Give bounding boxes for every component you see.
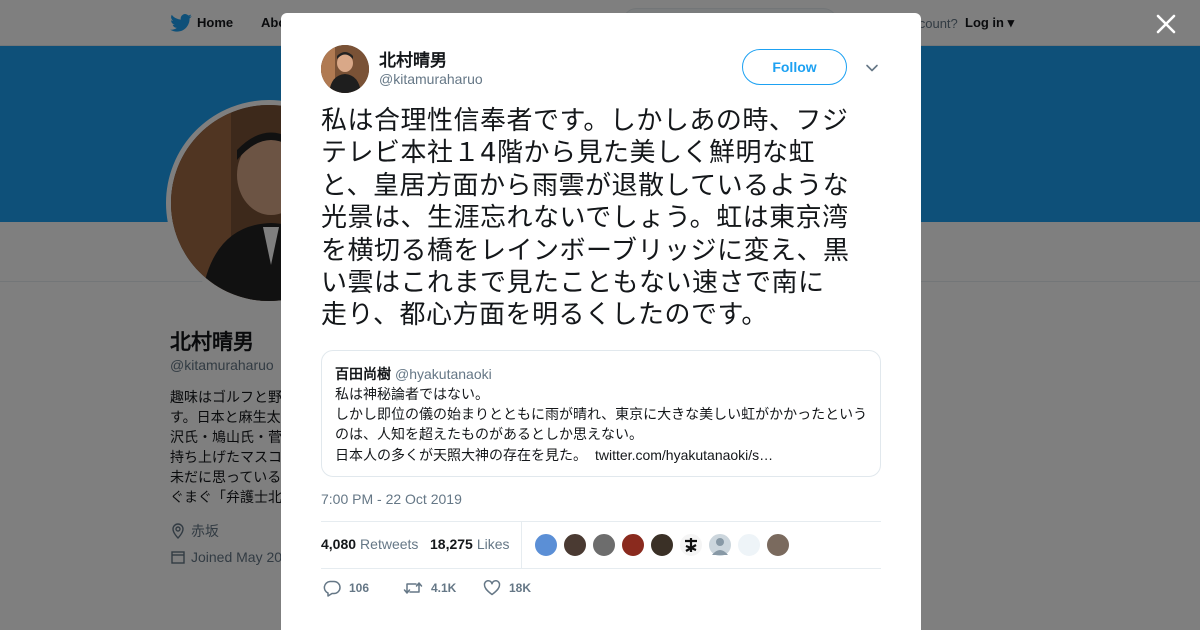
quoted-line: しかし即位の儀の始まりとともに雨が晴れ、東京に大きな美しい虹がかかったという <box>335 407 868 423</box>
liker-avatar[interactable] <box>650 533 674 557</box>
reply-icon <box>323 580 341 597</box>
tweet-text-line: 走り、都心方面を明るくしたのです。 <box>321 300 768 331</box>
tweet-modal: 北村晴男 @kitamuraharuo Follow 私は合理性信奉者です。しか… <box>281 13 921 630</box>
tweet-text-line: 光景は、生涯忘れないでしょう。虹は東京湾 <box>321 203 849 234</box>
quoted-tweet-header: 百田尚樹 @hyakutanaoki <box>335 364 492 384</box>
like-count: 18K <box>509 581 532 595</box>
quoted-author-handle: @hyakutanaoki <box>395 366 492 382</box>
stats-divider <box>521 522 522 569</box>
likes-label: Likes <box>476 536 510 552</box>
tweet-stats: 4,080 Retweets 18,275 Likes <box>321 521 881 569</box>
author-avatar[interactable] <box>321 45 369 93</box>
retweet-count: 4.1K <box>431 581 457 595</box>
quoted-line-text: 日本人の多くが天照大神の存在を見た。 <box>335 448 587 464</box>
author-photo <box>321 45 369 93</box>
quoted-author-name: 百田尚樹 <box>335 367 391 383</box>
liker-avatar[interactable] <box>737 533 761 557</box>
author-name[interactable]: 北村晴男 <box>379 46 447 71</box>
liker-emblem-icon <box>685 538 697 552</box>
close-icon[interactable] <box>1152 10 1180 38</box>
retweets-count: 4,080 <box>321 536 357 552</box>
retweet-action[interactable]: 4.1K <box>403 579 456 601</box>
tweet-text-line: い雲はこれまで見たこともない速さで南に <box>321 268 825 299</box>
liker-avatar[interactable] <box>766 533 790 557</box>
tweet-text-line: 私は合理性信奉者です。しかしあの時、フジ <box>321 106 849 136</box>
chevron-down-icon[interactable] <box>865 61 879 75</box>
heart-icon <box>483 580 501 596</box>
tweet-text: 私は合理性信奉者です。しかしあの時、フジ テレビ本社１4階から見た美しく鮮明な虹… <box>321 105 883 332</box>
reply-count: 106 <box>349 581 370 595</box>
quoted-line: のは、人知を超えたものがあるとしか思えない。 <box>335 427 643 443</box>
liker-avatar[interactable] <box>592 533 616 557</box>
tweet-actions: 106 4.1K 18K <box>321 579 881 601</box>
tweet-text-line: を横切る橋をレインボーブリッジに変え、黒 <box>321 235 850 266</box>
likes-count: 18,275 <box>430 536 473 552</box>
reply-action[interactable]: 106 <box>323 579 369 601</box>
tweet-timestamp[interactable]: 7:00 PM - 22 Oct 2019 <box>321 491 462 507</box>
liker-avatar[interactable] <box>534 533 558 557</box>
retweets-stat[interactable]: 4,080 Retweets <box>321 536 418 552</box>
quoted-line: 日本人の多くが天照大神の存在を見た。 twitter.com/hyakutanao… <box>335 445 875 466</box>
liker-avatar[interactable] <box>679 533 703 557</box>
liker-avatar[interactable] <box>621 533 645 557</box>
quoted-tweet-body: 私は神秘論者ではない。 しかし即位の儀の始まりとともに雨が晴れ、東京に大きな美し… <box>335 385 875 466</box>
quoted-tweet-link[interactable]: twitter.com/hyakutanaoki/s… <box>595 447 773 463</box>
quoted-tweet[interactable]: 百田尚樹 @hyakutanaoki 私は神秘論者ではない。 しかし即位の儀の始ま… <box>321 350 881 477</box>
tweet-text-line: テレビ本社１4階から見た美しく鮮明な虹 <box>321 138 816 169</box>
likes-stat[interactable]: 18,275 Likes <box>430 536 510 552</box>
default-user-icon <box>712 538 728 555</box>
like-action[interactable]: 18K <box>483 579 531 601</box>
author-handle[interactable]: @kitamuraharuo <box>379 71 483 87</box>
tweet-text-line: と、皇居方面から雨雲が退散しているような <box>321 170 850 201</box>
retweets-label: Retweets <box>360 536 419 552</box>
liker-avatar[interactable] <box>708 533 732 557</box>
follow-button[interactable]: Follow <box>742 49 847 85</box>
retweet-icon <box>403 582 423 594</box>
quoted-line: 私は神秘論者ではない。 <box>335 387 489 403</box>
liker-avatar[interactable] <box>563 533 587 557</box>
